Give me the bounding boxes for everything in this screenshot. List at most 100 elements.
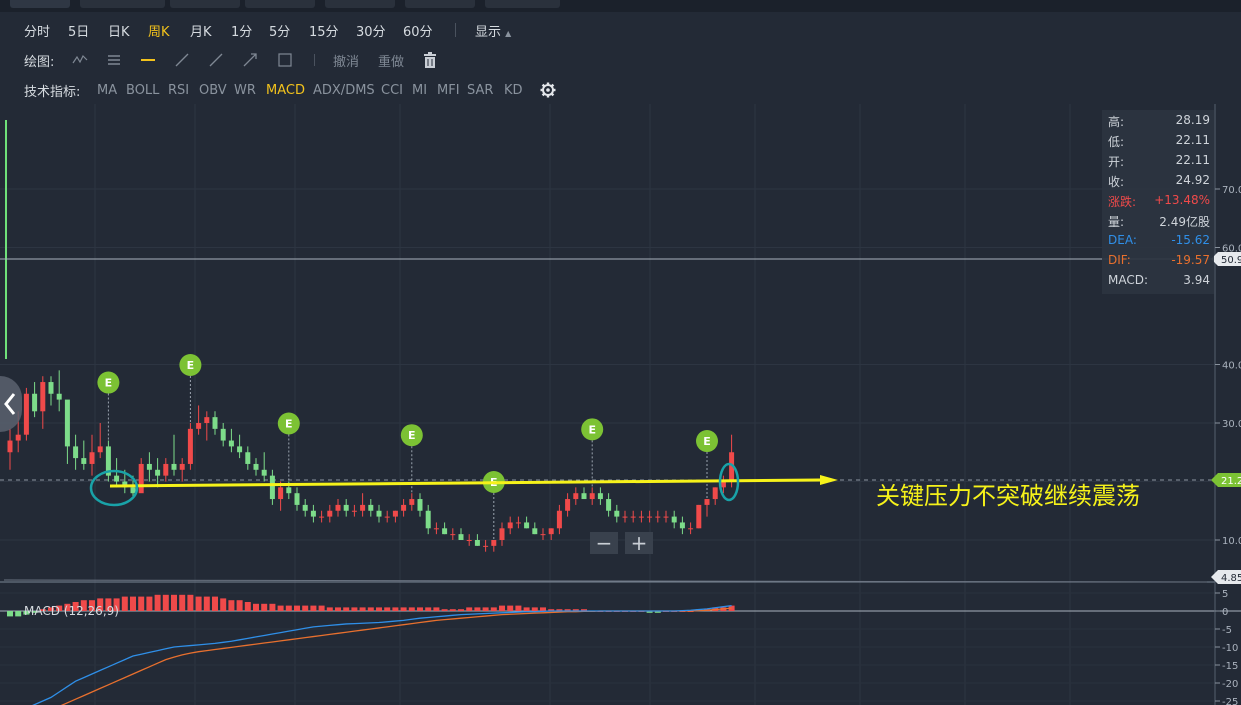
indicator-tab-kd[interactable]: KD xyxy=(504,83,523,98)
macd-histogram-bar xyxy=(318,605,325,611)
indicator-tab-obv[interactable]: OBV xyxy=(199,83,227,98)
period-tab-15min[interactable]: 15分 xyxy=(309,21,339,40)
candle-body xyxy=(630,516,636,518)
indicator-tab-ma[interactable]: MA xyxy=(97,83,117,98)
top-tab[interactable] xyxy=(80,0,165,8)
dif-line xyxy=(32,604,732,705)
candle-body xyxy=(155,469,161,476)
kline-chart[interactable]: EEEEEEE 70.060.040.030.020.010.050-5-10-… xyxy=(0,104,1241,705)
period-tab-30min[interactable]: 30分 xyxy=(356,21,386,40)
info-row-dea: DEA: -15.62 xyxy=(1108,233,1210,253)
period-tab-1min[interactable]: 1分 xyxy=(231,21,252,40)
info-row-macd: MACD: 3.94 xyxy=(1108,273,1210,293)
macd-histogram-bar xyxy=(310,605,317,611)
candle-body xyxy=(655,516,661,518)
macd-histogram-bar xyxy=(474,607,481,611)
candle-body xyxy=(671,516,677,523)
top-tab[interactable] xyxy=(170,0,240,8)
scroll-left-button[interactable] xyxy=(0,376,22,432)
candle-body xyxy=(565,499,571,511)
period-tab-fenshi[interactable]: 分时 xyxy=(24,21,50,40)
info-value: +13.48% xyxy=(1154,193,1210,207)
macd-histogram-bar xyxy=(179,594,186,611)
zoom-in-button[interactable]: + xyxy=(625,532,653,554)
polyline-tool-icon[interactable] xyxy=(72,53,88,67)
period-tab-monthly-k[interactable]: 月K xyxy=(190,21,212,40)
ray-tool-icon[interactable] xyxy=(242,52,258,68)
info-value: 24.92 xyxy=(1175,173,1210,187)
candle-body xyxy=(647,516,653,518)
redo-button[interactable]: 重做 xyxy=(378,51,404,70)
macd-histogram-bar xyxy=(449,609,456,611)
macd-histogram-bar xyxy=(138,596,145,611)
rectangle-tool-icon[interactable] xyxy=(277,53,293,67)
info-value: -19.57 xyxy=(1171,253,1210,267)
top-tab[interactable] xyxy=(325,0,395,8)
top-tab[interactable] xyxy=(485,0,560,8)
macd-histogram-bar xyxy=(441,609,448,611)
macd-histogram-bar xyxy=(195,596,202,611)
top-tab[interactable] xyxy=(10,0,70,8)
event-marker-label: E xyxy=(105,377,113,390)
top-tab[interactable] xyxy=(405,0,475,8)
event-marker-label: E xyxy=(588,423,596,436)
trash-icon[interactable] xyxy=(423,52,437,68)
zoom-out-button[interactable]: − xyxy=(590,532,618,554)
info-value: -15.62 xyxy=(1171,233,1210,247)
indicator-tab-mfi[interactable]: MFI xyxy=(437,83,460,98)
candle-body xyxy=(269,475,275,500)
display-menu[interactable]: 显示 ▲ xyxy=(475,21,511,40)
macd-histogram-bar xyxy=(187,594,194,611)
candle-body xyxy=(548,528,554,535)
candle-body xyxy=(228,440,234,447)
macd-histogram-bar xyxy=(490,607,497,611)
macd-histogram-bar xyxy=(15,611,22,617)
period-tab-weekly-k[interactable]: 周K xyxy=(148,21,170,40)
undo-button[interactable]: 撤消 xyxy=(333,51,359,70)
top-tab[interactable] xyxy=(245,0,315,8)
macd-histogram-bar xyxy=(499,605,505,611)
macd-histogram-bar xyxy=(228,600,235,611)
macd-histogram-bar xyxy=(162,594,169,611)
indicator-tab-adx-dms[interactable]: ADX/DMS xyxy=(313,83,375,98)
candle-body xyxy=(458,534,464,540)
candle-body xyxy=(245,452,251,464)
candle-body xyxy=(696,504,702,529)
indicator-tab-cci[interactable]: CCI xyxy=(381,83,403,98)
trend-line-tool-icon[interactable] xyxy=(174,52,190,68)
candle-body xyxy=(433,528,439,530)
period-tab-daily-k[interactable]: 日K xyxy=(108,21,130,40)
parallel-lines-tool-icon[interactable] xyxy=(106,53,122,67)
candle-body xyxy=(278,487,284,500)
chart-grid xyxy=(0,104,1215,705)
gear-icon[interactable] xyxy=(540,82,556,98)
axis-tick-label: -15 xyxy=(1222,661,1238,672)
macd-histogram-bar xyxy=(515,605,522,611)
candle-body xyxy=(622,516,628,518)
info-row-dif: DIF: -19.57 xyxy=(1108,253,1210,273)
macd-histogram-bar xyxy=(261,603,268,611)
macd-histogram-bar xyxy=(326,607,333,611)
indicator-tab-rsi[interactable]: RSI xyxy=(168,83,189,98)
indicator-tab-mi[interactable]: MI xyxy=(412,83,427,98)
indicator-tab-sar[interactable]: SAR xyxy=(467,83,493,98)
period-tab-5day[interactable]: 5日 xyxy=(68,21,89,40)
segment-tool-icon[interactable] xyxy=(208,52,224,68)
period-tab-5min[interactable]: 5分 xyxy=(269,21,290,40)
macd-histogram-bar xyxy=(482,607,489,611)
candle-body xyxy=(171,463,177,470)
highlight-circle-left xyxy=(89,469,139,507)
candle-body xyxy=(483,545,489,547)
macd-histogram-bar xyxy=(253,603,259,611)
candle-body xyxy=(606,499,612,511)
top-tab-strip xyxy=(0,0,1241,12)
indicator-tab-wr[interactable]: WR xyxy=(234,83,256,98)
macd-histogram-bar xyxy=(244,602,251,611)
indicator-tab-macd[interactable]: MACD xyxy=(266,83,305,98)
info-value: 22.11 xyxy=(1175,133,1210,147)
candles-group xyxy=(7,370,735,552)
info-row-open: 开: 22.11 xyxy=(1108,153,1210,173)
horizontal-line-tool-icon[interactable] xyxy=(140,53,156,67)
period-tab-60min[interactable]: 60分 xyxy=(403,21,433,40)
indicator-tab-boll[interactable]: BOLL xyxy=(126,83,159,98)
